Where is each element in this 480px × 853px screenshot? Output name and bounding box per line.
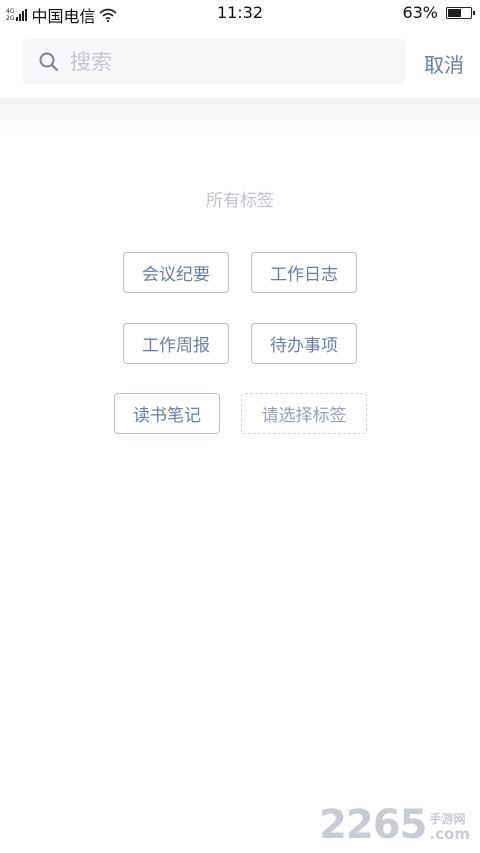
header-shadow (0, 98, 480, 138)
select-tag-button[interactable]: 请选择标签 (241, 393, 367, 434)
tag-weekly-report[interactable]: 工作周报 (123, 323, 229, 364)
search-input[interactable] (70, 49, 370, 74)
watermark-site-suffix: .com (429, 825, 470, 843)
all-tags-title: 所有标签 (206, 191, 274, 211)
battery-fill (448, 8, 462, 17)
tag-reading-notes[interactable]: 读书笔记 (114, 393, 220, 434)
search-icon (39, 52, 59, 71)
tag-work-log[interactable]: 工作日志 (251, 252, 357, 293)
tag-meeting-minutes[interactable]: 会议纪要 (123, 252, 229, 293)
screen: 4G 2G 中国电信 11:32 63% 搜索 取消 所有标签 会议纪要 工作日… (0, 0, 480, 853)
watermark: 2265 手游网 .com (319, 805, 470, 845)
watermark-logo: 2265 (319, 802, 427, 848)
tag-todo[interactable]: 待办事项 (251, 323, 357, 364)
status-right: 63% (402, 3, 475, 22)
battery-icon (446, 6, 475, 19)
status-bar: 4G 2G 中国电信 11:32 63% (0, 0, 480, 26)
watermark-site: 手游网 .com (429, 810, 470, 842)
cancel-button[interactable]: 取消 (424, 49, 464, 78)
battery-percentage: 63% (402, 3, 438, 22)
search-header: 取消 (0, 26, 480, 98)
search-box[interactable] (22, 39, 405, 84)
